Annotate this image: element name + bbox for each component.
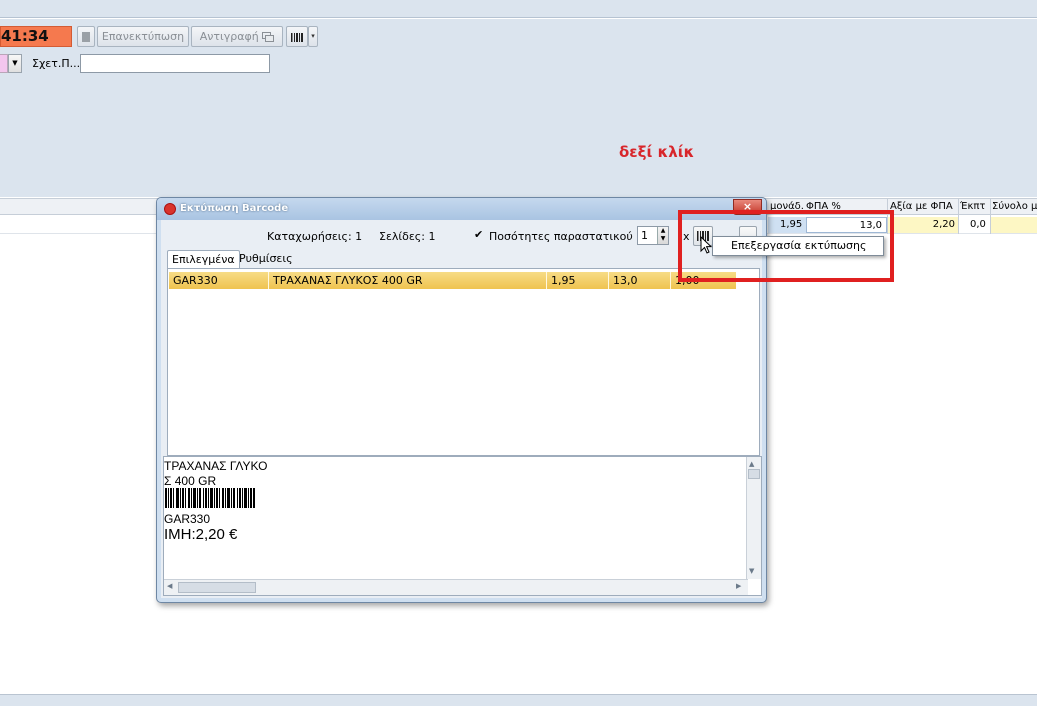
- copy-button-label: Αντιγραφή: [199, 30, 259, 43]
- copy-icon: [262, 32, 275, 42]
- cell-discount[interactable]: 0,0: [960, 217, 990, 233]
- status-bar: [0, 694, 1037, 706]
- copies-spinner[interactable]: 1 ▲ ▼: [637, 226, 669, 245]
- top-strip: [0, 0, 1037, 18]
- related-input[interactable]: [80, 54, 270, 73]
- col-header-value-vat[interactable]: Αξία με ΦΠΑ: [890, 200, 958, 214]
- scroll-down-icon[interactable]: ▼: [749, 567, 754, 575]
- horizontal-scrollbar[interactable]: ◀ ▶: [164, 579, 748, 595]
- preview-line1: ΤΡΑΧΑΝΑΣ ΓΛΥΚΟ: [164, 459, 268, 473]
- tab-settings[interactable]: Ρυθμίσεις: [235, 250, 297, 269]
- preview-price: ΙΜΗ:2,20 €: [164, 526, 238, 543]
- context-menu: Επεξεργασία εκτύπωσης: [712, 236, 884, 256]
- dialog-titlebar[interactable]: Εκτύπωση Barcode ×: [157, 198, 766, 220]
- cell-value-vat[interactable]: 2,20: [888, 217, 958, 233]
- items-list: GAR330 ΤΡΑΧΑΝΑΣ ΓΛΥΚΟΣ 400 GR 1,95 13,0 …: [167, 268, 760, 456]
- scroll-left-icon[interactable]: ◀: [167, 582, 172, 590]
- col-header-total[interactable]: Σύνολο μ: [992, 200, 1037, 214]
- right-click-annotation: δεξί κλίκ: [619, 143, 695, 161]
- dialog-body: Καταχωρήσεις: 1 Σελίδες: 1 ✔ Ποσότητες π…: [161, 220, 762, 598]
- stop-button[interactable]: [77, 26, 95, 47]
- stop-icon: [82, 32, 90, 42]
- cell-total[interactable]: [991, 217, 1037, 233]
- vertical-scrollbar[interactable]: ▲ ▼: [746, 457, 761, 579]
- item-price: 1,95: [547, 272, 609, 289]
- list-item[interactable]: GAR330 ΤΡΑΧΑΝΑΣ ΓΛΥΚΟΣ 400 GR 1,95 13,0 …: [169, 272, 736, 289]
- barcode-image: [165, 488, 255, 508]
- pages-count: Σελίδες: 1: [379, 230, 436, 243]
- related-label: Σχετ.Π...: [32, 57, 81, 70]
- item-code: GAR330: [169, 272, 269, 289]
- scroll-right-icon[interactable]: ▶: [736, 582, 741, 590]
- reprint-button[interactable]: Επανεκτύπωση: [97, 26, 189, 47]
- barcode-icon: [291, 32, 303, 42]
- col-header-discount[interactable]: Έκπτ: [960, 200, 990, 214]
- item-description: ΤΡΑΧΑΝΑΣ ΓΛΥΚΟΣ 400 GR: [269, 272, 547, 289]
- preview-code: GAR330: [164, 512, 211, 526]
- print-barcode-dialog: Εκτύπωση Barcode × Καταχωρήσεις: 1 Σελίδ…: [156, 197, 767, 603]
- scroll-up-icon[interactable]: ▲: [749, 460, 754, 468]
- hscroll-thumb[interactable]: [178, 582, 256, 593]
- doc-qty-checkbox[interactable]: ✔: [474, 229, 485, 240]
- preview-line2: Σ 400 GR: [164, 474, 217, 488]
- label-preview: ΤΡΑΧΑΝΑΣ ΓΛΥΚΟ Σ 400 GR GAR330 ΙΜΗ:2,20 …: [163, 456, 762, 596]
- copies-value: 1: [641, 229, 648, 242]
- tab-selected[interactable]: Επιλεγμένα: [167, 250, 240, 269]
- menu-item-edit-print[interactable]: Επεξεργασία εκτύπωσης: [731, 239, 866, 252]
- spinner-arrows-icon[interactable]: ▲ ▼: [657, 227, 668, 244]
- mouse-cursor-icon: [700, 236, 713, 254]
- barcode-dropdown-button[interactable]: ▾: [308, 26, 318, 47]
- barcode-button[interactable]: [286, 26, 308, 47]
- col-divider: [958, 198, 959, 234]
- doc-qty-label: Ποσότητες παραστατικού: [489, 230, 633, 243]
- dialog-title: Εκτύπωση Barcode: [180, 203, 289, 214]
- item-vat: 13,0: [609, 272, 671, 289]
- dropdown-arrow-icon[interactable]: ▼: [8, 54, 22, 73]
- app-icon: [164, 203, 176, 215]
- color-indicator: [0, 54, 8, 73]
- entries-count: Καταχωρήσεις: 1: [267, 230, 363, 243]
- copy-button[interactable]: Αντιγραφή: [191, 26, 283, 47]
- timer-display: 41:34: [0, 26, 72, 47]
- scroll-thumb[interactable]: [748, 469, 760, 479]
